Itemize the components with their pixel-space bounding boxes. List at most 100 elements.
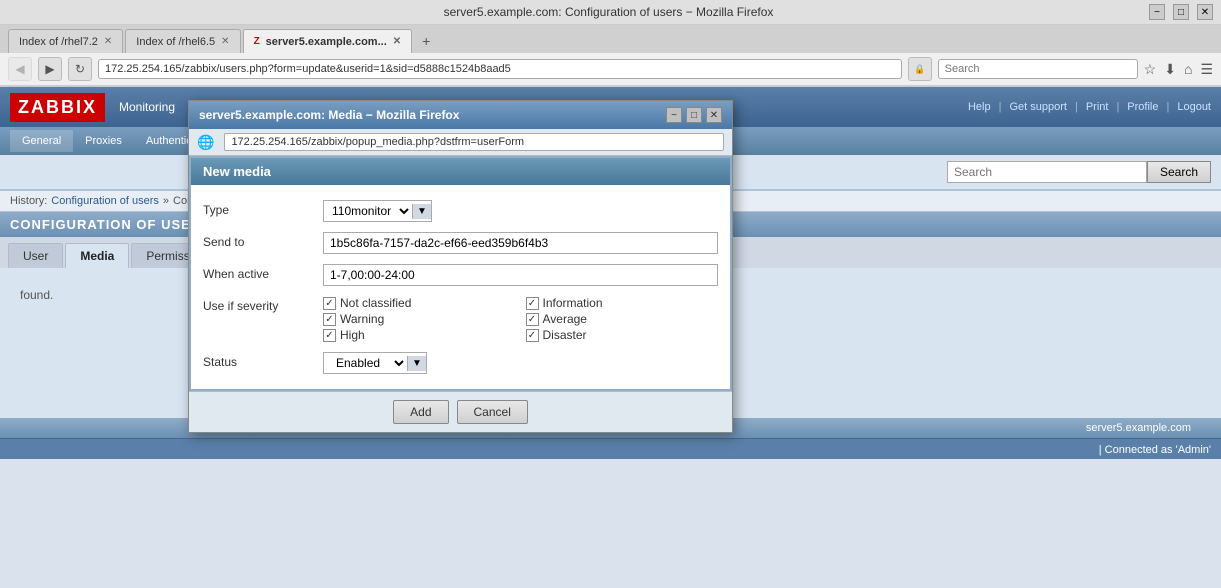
form-row-when-active: When active [191, 259, 730, 291]
tab-close-icon[interactable]: ✕ [104, 36, 112, 47]
modal-section-header: New media [191, 158, 730, 185]
when-active-field [323, 264, 718, 286]
checkbox-warning[interactable] [323, 313, 336, 326]
no-data-found: found. [20, 288, 53, 302]
when-active-input[interactable] [323, 264, 718, 286]
tab-label: server5.example.com... [266, 36, 387, 48]
tab-close-icon[interactable]: ✕ [393, 36, 401, 47]
modal-close-button[interactable]: ✕ [706, 107, 722, 123]
form-row-status: Status Enabled Disabled ▼ [191, 347, 730, 379]
breadcrumb-config-users[interactable]: Configuration of users [51, 195, 159, 207]
severity-information: Information [526, 296, 719, 310]
favicon: Z [254, 36, 260, 47]
severity-disaster-label: Disaster [543, 328, 587, 342]
severity-not-classified: Not classified [323, 296, 516, 310]
severity-average-label: Average [543, 312, 587, 326]
submenu-proxies[interactable]: Proxies [73, 130, 134, 152]
severity-disaster: Disaster [526, 328, 719, 342]
severity-warning-label: Warning [340, 312, 384, 326]
tab-rhel72[interactable]: Index of /rhel7.2 ✕ [8, 29, 123, 53]
status-select-wrapper: Enabled Disabled ▼ [323, 352, 427, 374]
address-bar[interactable] [98, 59, 902, 79]
zabbix-logo: ZABBIX [10, 93, 105, 122]
severity-high: High [323, 328, 516, 342]
zabbix-search-input[interactable] [947, 161, 1147, 183]
close-button[interactable]: ✕ [1197, 4, 1213, 20]
title-bar: server5.example.com: Configuration of us… [0, 0, 1221, 25]
type-field: 110monitor ▼ [323, 200, 718, 222]
breadcrumb-separator: » [163, 195, 169, 207]
status-dropdown-arrow-icon[interactable]: ▼ [407, 356, 426, 371]
form-row-type: Type 110monitor ▼ [191, 195, 730, 227]
browser-search-input[interactable] [938, 59, 1138, 79]
severity-field: Not classified Information Warning [323, 296, 718, 342]
server-name: server5.example.com [1086, 422, 1191, 434]
back-button[interactable]: ◀ [8, 57, 32, 81]
cancel-button[interactable]: Cancel [457, 400, 528, 424]
minimize-button[interactable]: − [1149, 4, 1165, 20]
severity-not-classified-label: Not classified [340, 296, 411, 310]
modal-body: New media Type 110monitor ▼ [189, 156, 732, 391]
add-button[interactable]: Add [393, 400, 448, 424]
send-to-input[interactable] [323, 232, 718, 254]
modal-footer: Add Cancel [189, 391, 732, 432]
refresh-button[interactable]: ↻ [68, 57, 92, 81]
browser-tabs: Index of /rhel7.2 ✕ Index of /rhel6.5 ✕ … [0, 25, 1221, 53]
modal-controls: − □ ✕ [666, 107, 722, 123]
forward-button[interactable]: ▶ [38, 57, 62, 81]
checkbox-disaster[interactable] [526, 329, 539, 342]
connected-status: Connected as 'Admin' [1105, 444, 1211, 456]
modal-window: server5.example.com: Media − Mozilla Fir… [188, 100, 733, 433]
ssl-icon: 🔒 [908, 57, 932, 81]
tab-user[interactable]: User [8, 243, 63, 268]
new-tab-button[interactable]: + [414, 29, 438, 53]
download-icon[interactable]: ⬇ [1164, 61, 1176, 78]
severity-high-label: High [340, 328, 365, 342]
status-label: Status [203, 352, 323, 369]
globe-icon: 🌐 [197, 134, 214, 151]
search-button[interactable]: Search [1147, 161, 1211, 183]
severity-information-label: Information [543, 296, 603, 310]
modal-maximize-button[interactable]: □ [686, 107, 702, 123]
tab-media[interactable]: Media [65, 243, 129, 268]
severity-label: Use if severity [203, 296, 323, 313]
connected-as-text: | Connected as 'Admin' [1099, 444, 1211, 456]
tab-rhel65[interactable]: Index of /rhel6.5 ✕ [125, 29, 240, 53]
form-row-severity: Use if severity Not classified Informati… [191, 291, 730, 347]
type-select[interactable]: 110monitor [324, 201, 412, 221]
modal-address-bar[interactable] [224, 133, 724, 151]
modal-nav: 🌐 [189, 129, 732, 156]
checkbox-average[interactable] [526, 313, 539, 326]
tab-label: Index of /rhel6.5 [136, 36, 215, 48]
breadcrumb-history: History: [10, 195, 47, 207]
send-to-label: Send to [203, 232, 323, 249]
nav-bar: ◀ ▶ ↻ 🔒 ☆ ⬇ ⌂ ☰ [0, 53, 1221, 86]
severity-grid: Not classified Information Warning [323, 296, 718, 342]
menu-icon[interactable]: ☰ [1200, 61, 1213, 78]
modal-form: Type 110monitor ▼ Send to [191, 185, 730, 389]
top-right-links: Help | Get support | Print | Profile | L… [968, 101, 1211, 113]
checkbox-high[interactable] [323, 329, 336, 342]
status-field: Enabled Disabled ▼ [323, 352, 718, 374]
severity-warning: Warning [323, 312, 516, 326]
modal-minimize-button[interactable]: − [666, 107, 682, 123]
bookmark-icon[interactable]: ☆ [1144, 61, 1157, 78]
checkbox-information[interactable] [526, 297, 539, 310]
tab-server5[interactable]: Z server5.example.com... ✕ [243, 29, 413, 53]
form-row-send-to: Send to [191, 227, 730, 259]
modal-titlebar: server5.example.com: Media − Mozilla Fir… [189, 101, 732, 129]
status-select[interactable]: Enabled Disabled [324, 353, 407, 373]
maximize-button[interactable]: □ [1173, 4, 1189, 20]
nav-monitoring[interactable]: Monitoring [105, 90, 189, 124]
tab-close-icon[interactable]: ✕ [221, 36, 229, 47]
home-icon[interactable]: ⌂ [1184, 61, 1192, 77]
tab-label: Index of /rhel7.2 [19, 36, 98, 48]
checkbox-not-classified[interactable] [323, 297, 336, 310]
window-title: server5.example.com: Configuration of us… [68, 5, 1149, 19]
severity-average: Average [526, 312, 719, 326]
when-active-label: When active [203, 264, 323, 281]
submenu-general[interactable]: General [10, 130, 73, 152]
type-select-wrapper: 110monitor ▼ [323, 200, 432, 222]
dropdown-arrow-icon[interactable]: ▼ [412, 204, 431, 219]
type-label: Type [203, 200, 323, 217]
